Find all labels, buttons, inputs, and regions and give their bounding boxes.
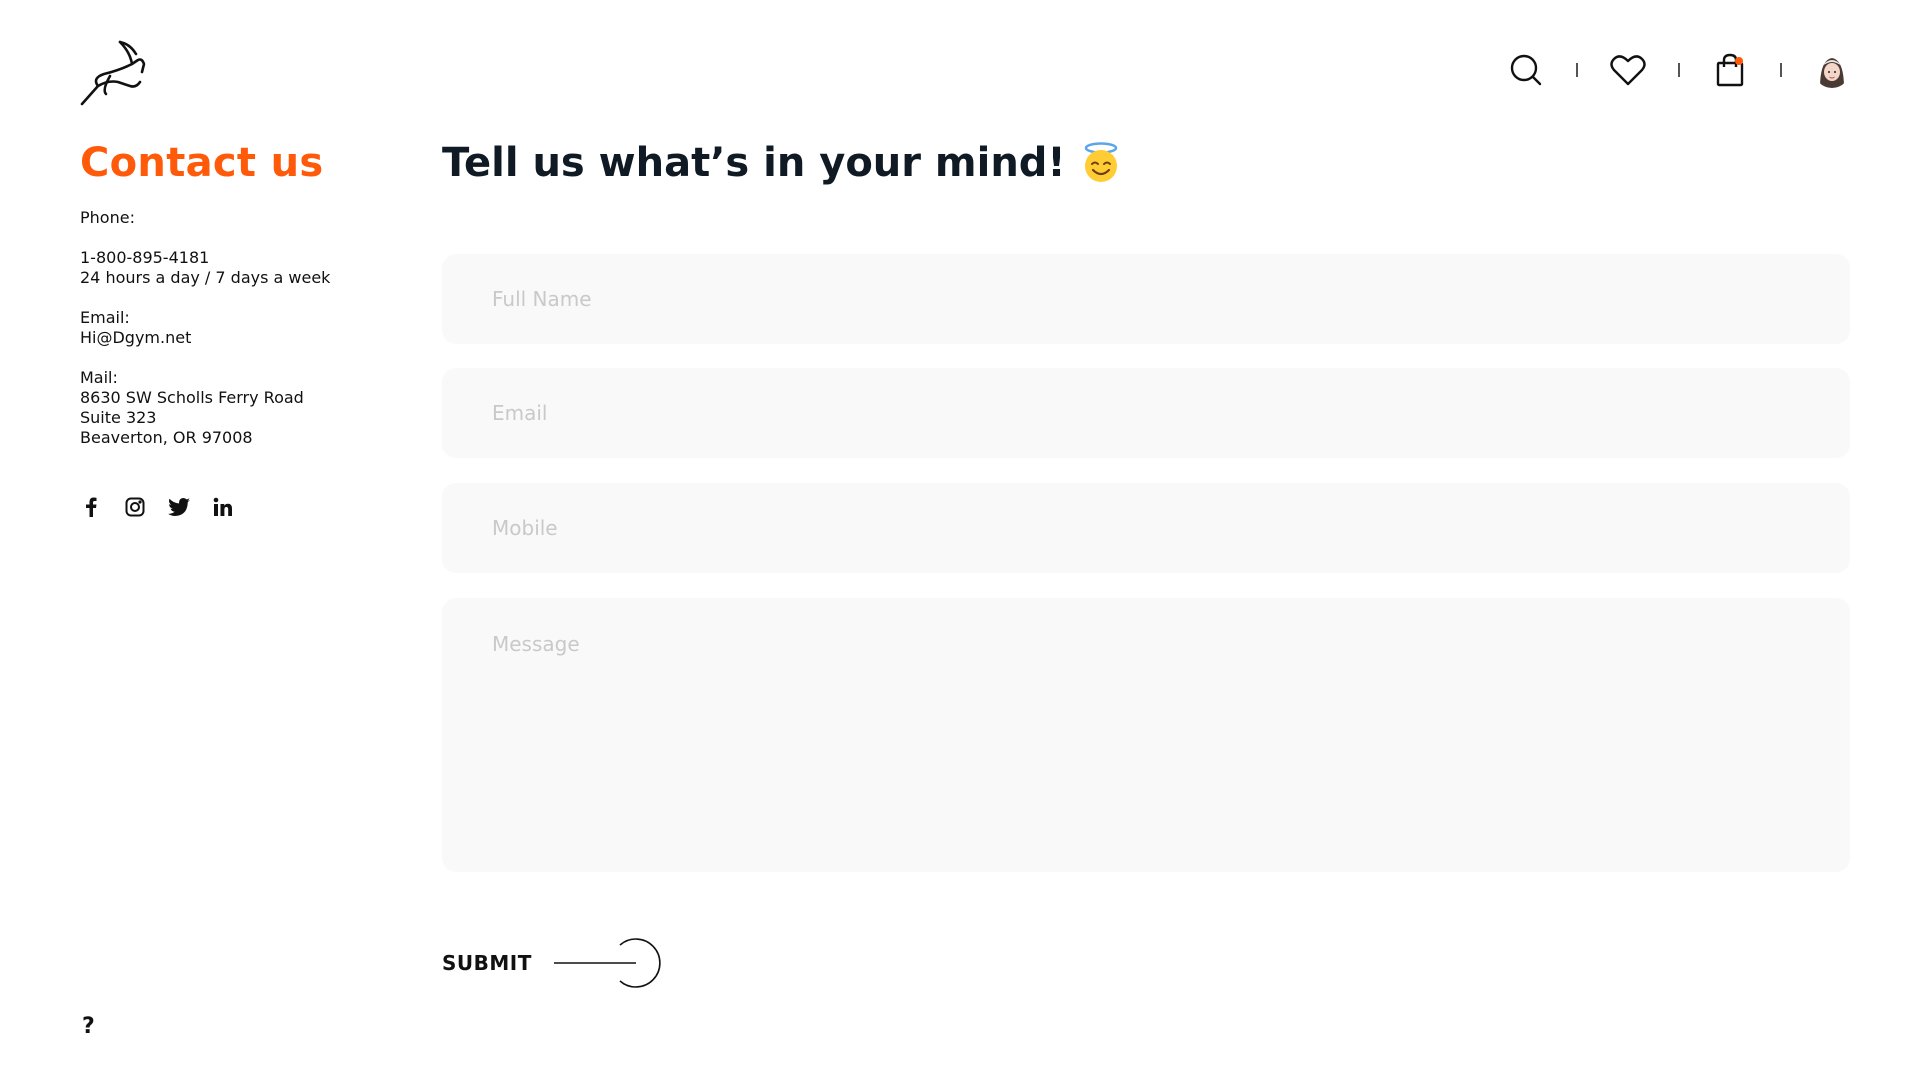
form-heading: Tell us what’s in your mind! <box>442 140 1122 186</box>
phone-number[interactable]: 1-800-895-4181 <box>80 248 400 268</box>
email-link[interactable]: Hi@Dgym.net <box>80 328 400 348</box>
avatar[interactable] <box>1812 50 1852 90</box>
phone-hours: 24 hours a day / 7 days a week <box>80 268 331 287</box>
submit-button[interactable]: SUBMIT <box>442 938 664 988</box>
form-heading-text: Tell us what’s in your mind! <box>442 140 1066 186</box>
submit-label: SUBMIT <box>442 951 532 975</box>
smiling-face-with-halo-icon <box>1080 142 1122 184</box>
mail-address-line1: 8630 SW Scholls Ferry Road <box>80 388 304 407</box>
help-button[interactable]: ? <box>82 1014 95 1039</box>
instagram-icon[interactable] <box>124 496 146 518</box>
social-links <box>80 496 256 518</box>
header-divider <box>1678 63 1680 77</box>
mail-label: Mail: <box>80 368 118 387</box>
facebook-icon[interactable] <box>80 496 102 518</box>
heart-icon[interactable] <box>1608 50 1648 90</box>
email-input[interactable] <box>442 368 1850 458</box>
page-title: Contact us <box>80 140 324 186</box>
mobile-input[interactable] <box>442 483 1850 573</box>
full-name-input[interactable] <box>442 254 1850 344</box>
email-label: Email: <box>80 308 130 327</box>
phone-label: Phone: <box>80 208 135 227</box>
mail-address-line3: Beaverton, OR 97008 <box>80 428 253 447</box>
contact-page: Contact us Phone: 1-800-895-4181 24 hour… <box>0 0 1920 1080</box>
message-textarea[interactable] <box>442 598 1850 872</box>
search-icon[interactable] <box>1506 50 1546 90</box>
header-divider <box>1576 63 1578 77</box>
linkedin-icon[interactable] <box>212 496 234 518</box>
shopping-bag-icon[interactable] <box>1710 50 1750 90</box>
header-icons <box>1506 50 1852 90</box>
twitter-icon[interactable] <box>168 496 190 518</box>
header-divider <box>1780 63 1782 77</box>
cart-badge <box>1735 57 1743 65</box>
arrow-right-icon <box>552 937 664 989</box>
contact-info: Phone: 1-800-895-4181 24 hours a day / 7… <box>80 208 400 448</box>
gazelle-logo-icon[interactable] <box>80 36 148 106</box>
mail-address-line2: Suite 323 <box>80 408 157 427</box>
